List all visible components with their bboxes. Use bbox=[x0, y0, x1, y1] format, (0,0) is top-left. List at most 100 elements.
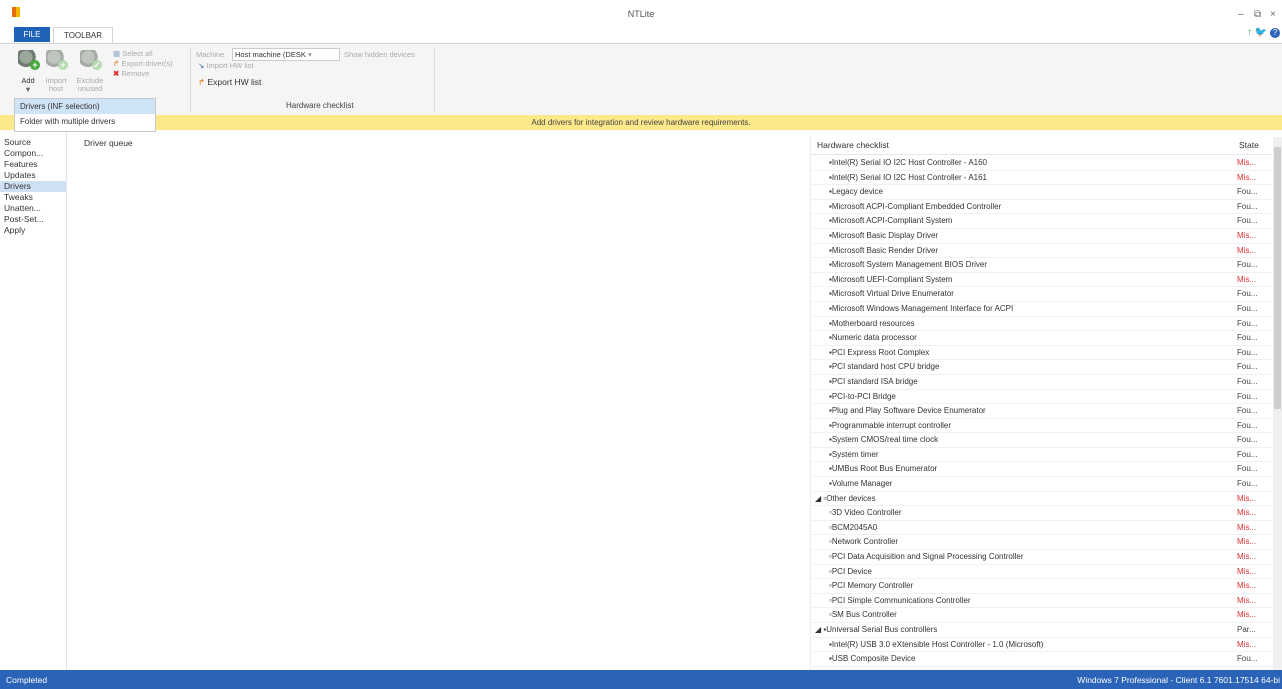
group-label-hardware: Hardware checklist bbox=[286, 101, 354, 110]
add-dropdown-menu: Drivers (INF selection) Folder with mult… bbox=[14, 98, 156, 132]
twitter-icon[interactable]: 🐦 bbox=[1255, 27, 1267, 38]
hw-device-name: ▪Numeric data processor bbox=[829, 333, 917, 343]
exclude-unused-icon: ✓ bbox=[80, 50, 102, 70]
table-row[interactable]: ▪PCI standard host CPU bridge Fou... bbox=[811, 360, 1273, 375]
hw-device-name: ▫PCI Simple Communications Controller bbox=[829, 595, 971, 605]
hw-device-state: Fou... bbox=[1237, 260, 1258, 270]
menu-item-folder-drivers[interactable]: Folder with multiple drivers bbox=[15, 114, 155, 129]
hw-device-state: Fou... bbox=[1237, 216, 1258, 226]
sidebar-item-features[interactable]: Features bbox=[0, 159, 66, 170]
help-icon[interactable]: ? bbox=[1270, 28, 1280, 38]
tab-file[interactable]: FILE bbox=[14, 27, 50, 42]
machine-dropdown[interactable]: Host machine (DESK ▾ bbox=[232, 48, 340, 61]
sidebar-item-post-setup[interactable]: Post-Set... bbox=[0, 214, 66, 225]
sidebar-item-drivers[interactable]: Drivers bbox=[0, 181, 66, 192]
hw-device-name: ▪PCI-to-PCI Bridge bbox=[829, 391, 896, 401]
table-row[interactable]: ▪PCI-to-PCI Bridge Fou... bbox=[811, 390, 1273, 405]
table-row[interactable]: ▪Microsoft Basic Display Driver Mis... bbox=[811, 229, 1273, 244]
hw-scrollbar[interactable] bbox=[1273, 137, 1282, 670]
hw-device-state: Fou... bbox=[1237, 654, 1258, 664]
hw-device-state: Mis... bbox=[1237, 508, 1257, 518]
export-arrow-icon: ↱ bbox=[198, 77, 206, 87]
table-row[interactable]: ▪System CMOS/real time clock Fou... bbox=[811, 433, 1273, 448]
table-row[interactable]: ▪Intel(R) Serial IO I2C Host Controller … bbox=[811, 171, 1273, 186]
hw-device-state: Mis... bbox=[1237, 493, 1257, 503]
restore-icon[interactable]: ⧉ bbox=[1254, 10, 1261, 20]
hw-device-state: Mis... bbox=[1237, 230, 1257, 240]
table-row[interactable]: ◢ ▫Other devices Mis... bbox=[811, 492, 1273, 507]
tab-toolbar[interactable]: TOOLBAR bbox=[53, 27, 113, 43]
export-drivers-button[interactable]: ↱ Export driver(s) bbox=[113, 59, 173, 68]
hardware-checklist-panel: Hardware checklist State ▪Intel(R) Seria… bbox=[810, 136, 1273, 670]
import-hw-list-button[interactable]: ↘ Import HW list bbox=[198, 61, 253, 70]
show-hidden-devices-button[interactable]: Show hidden devices bbox=[344, 50, 415, 59]
table-row[interactable]: ▫PCI Data Acquisition and Signal Process… bbox=[811, 550, 1273, 565]
table-row[interactable]: ▪Programmable interrupt controller Fou... bbox=[811, 419, 1273, 434]
menu-item-drivers-inf[interactable]: Drivers (INF selection) bbox=[15, 99, 155, 114]
hw-device-state: Fou... bbox=[1237, 362, 1258, 372]
table-row[interactable]: ▪UMBus Root Bus Enumerator Fou... bbox=[811, 462, 1273, 478]
table-row[interactable]: ▪USB Composite Device Fou... bbox=[811, 652, 1273, 667]
update-arrow-icon[interactable]: ↑ bbox=[1247, 27, 1252, 38]
window-title: NTLite bbox=[627, 9, 655, 19]
table-row[interactable]: ▪Numeric data processor Fou... bbox=[811, 331, 1273, 346]
hw-device-name: ▪UMBus Root Bus Enumerator bbox=[829, 464, 938, 474]
hw-device-name: ▪Microsoft Windows Management Interface … bbox=[829, 303, 1014, 313]
table-row[interactable]: ▫BCM2045A0 Mis... bbox=[811, 521, 1273, 536]
table-row[interactable]: ▪Legacy device Fou... bbox=[811, 185, 1273, 200]
sidebar-item-updates[interactable]: Updates bbox=[0, 170, 66, 181]
hw-header-state[interactable]: State bbox=[1239, 140, 1259, 150]
table-row[interactable]: ◢ ▪Universal Serial Bus controllers Par..… bbox=[811, 623, 1273, 638]
export-hw-label: Export HW list bbox=[207, 77, 262, 87]
table-row[interactable]: ▫3D Video Controller Mis... bbox=[811, 506, 1273, 521]
table-row[interactable]: ▪PCI standard ISA bridge Fou... bbox=[811, 375, 1273, 390]
table-row[interactable]: ▪Microsoft Virtual Drive Enumerator Fou..… bbox=[811, 287, 1273, 302]
table-row[interactable]: ▪Microsoft Windows Management Interface … bbox=[811, 302, 1273, 317]
sidebar-item-unattended[interactable]: Unatten... bbox=[0, 203, 66, 214]
hw-header-name[interactable]: Hardware checklist bbox=[817, 140, 889, 150]
minimize-icon[interactable]: – bbox=[1238, 10, 1244, 20]
exclude-unused-button[interactable]: Exclude unused bbox=[74, 77, 106, 93]
select-all-button[interactable]: ▦ Select all bbox=[113, 49, 153, 58]
hw-device-state: Mis... bbox=[1237, 639, 1257, 649]
table-row[interactable]: ▫Network Controller Mis... bbox=[811, 535, 1273, 551]
top-right-icons: ↑ 🐦 ? bbox=[1247, 27, 1280, 39]
sidebar-item-apply[interactable]: Apply bbox=[0, 225, 66, 236]
import-host-button[interactable]: Import host bbox=[40, 77, 72, 93]
table-row[interactable]: ▪Microsoft ACPI-Compliant System Fou... bbox=[811, 214, 1273, 229]
table-row[interactable]: ▪Intel(R) Serial IO I2C Host Controller … bbox=[811, 156, 1273, 171]
hw-device-name: ▫PCI Data Acquisition and Signal Process… bbox=[829, 552, 1024, 562]
sidebar-item-components[interactable]: Compon... bbox=[0, 148, 66, 159]
sidebar-item-tweaks[interactable]: Tweaks bbox=[0, 192, 66, 203]
hw-device-name: ▪Microsoft Basic Display Driver bbox=[829, 230, 939, 240]
table-row[interactable]: ▫PCI Memory Controller Mis... bbox=[811, 579, 1273, 594]
hw-device-name: ▪Plug and Play Software Device Enumerato… bbox=[829, 406, 986, 416]
hw-device-state: Mis... bbox=[1237, 566, 1257, 576]
table-row[interactable]: ▫SM Bus Controller Mis... bbox=[811, 608, 1273, 623]
hw-device-name: ▪Intel(R) Serial IO I2C Host Controller … bbox=[829, 158, 988, 167]
table-row[interactable]: ▪Intel(R) USB 3.0 eXtensible Host Contro… bbox=[811, 638, 1273, 653]
hw-device-state: Mis... bbox=[1237, 245, 1257, 255]
table-row[interactable]: ▫PCI Device Mis... bbox=[811, 565, 1273, 580]
hw-device-name: ▪USB Composite Device bbox=[829, 654, 916, 664]
table-row[interactable]: ▪Microsoft Basic Render Driver Mis... bbox=[811, 244, 1273, 259]
table-row[interactable]: ▪Microsoft System Management BIOS Driver… bbox=[811, 258, 1273, 273]
table-row[interactable]: ▪Plug and Play Software Device Enumerato… bbox=[811, 404, 1273, 419]
close-icon[interactable]: × bbox=[1270, 10, 1276, 20]
import-arrow-icon: ↘ bbox=[198, 61, 205, 70]
sidebar-item-source[interactable]: Source bbox=[0, 137, 66, 148]
table-row[interactable]: ▪System timer Fou... bbox=[811, 448, 1273, 463]
hw-scroll-thumb[interactable] bbox=[1274, 147, 1281, 409]
ribbon-separator bbox=[190, 48, 191, 112]
table-row[interactable]: ▪Motherboard resources Fou... bbox=[811, 317, 1273, 332]
hw-device-name: ▪Intel(R) Serial IO I2C Host Controller … bbox=[829, 172, 988, 182]
table-row[interactable]: ▫PCI Simple Communications Controller Mis… bbox=[811, 594, 1273, 609]
remove-button[interactable]: ✖ Remove bbox=[113, 69, 149, 78]
table-row[interactable]: ▪PCI Express Root Complex Fou... bbox=[811, 346, 1273, 361]
table-row[interactable]: ▪Microsoft ACPI-Compliant Embedded Contr… bbox=[811, 200, 1273, 215]
grid-icon: ▦ bbox=[113, 49, 121, 58]
hw-device-state: Fou... bbox=[1237, 376, 1258, 386]
table-row[interactable]: ▪Volume Manager Fou... bbox=[811, 477, 1273, 492]
table-row[interactable]: ▪Microsoft UEFI-Compliant System Mis... bbox=[811, 273, 1273, 288]
export-hw-list-button[interactable]: ↱ Export HW list bbox=[198, 78, 261, 87]
